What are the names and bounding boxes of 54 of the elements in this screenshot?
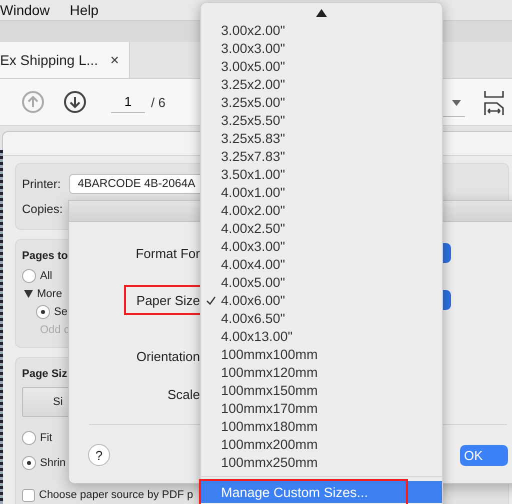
page-width-icon[interactable] (483, 89, 505, 117)
radio-button[interactable] (22, 269, 36, 283)
menu-item[interactable]: 4.00x4.00" (201, 255, 442, 273)
menu-item[interactable]: 100mmx120mm (201, 363, 442, 381)
field-label: Scale (166, 386, 200, 402)
menu-item[interactable]: 3.25x5.83" (201, 129, 442, 147)
field-label: Orientation (135, 348, 200, 364)
menu-item[interactable]: Manage Custom Sizes... (201, 481, 442, 503)
menu-item[interactable]: 100mmx180mm (201, 417, 442, 435)
page-count: / 6 (151, 94, 166, 110)
menu-item[interactable]: 100mmx170mm (201, 399, 442, 417)
menu-item[interactable]: 3.25x2.00" (201, 75, 442, 93)
option-label: Se (54, 306, 68, 318)
menu-item[interactable]: 100mmx200mm (201, 435, 442, 453)
menu-item[interactable]: 4.00x6.50" (201, 309, 442, 327)
field-label: Paper Size (135, 292, 200, 308)
field-label: Format For (134, 246, 200, 260)
checkbox-label: Choose paper source by PDF p (39, 489, 194, 501)
section-heading: Pages to (22, 250, 68, 262)
checkbox[interactable] (22, 488, 35, 502)
printer-label: Printer: (22, 177, 61, 192)
option-label: All (40, 270, 52, 282)
disclosure-label: More (37, 288, 62, 300)
option-label: Fit (40, 432, 52, 444)
menu-item[interactable]: 4.00x2.50" (201, 219, 442, 237)
caret-icon (452, 100, 461, 106)
menu-item[interactable]: 4.00x6.00" (201, 291, 442, 309)
menu-item[interactable]: 100mmx100mm (201, 345, 442, 363)
tab-title: Ex Shipping L... (0, 52, 98, 68)
ok-button[interactable]: OK (460, 444, 508, 466)
close-button[interactable]: × (110, 52, 119, 68)
radio-button[interactable] (36, 305, 50, 319)
menu-item[interactable]: 4.00x5.00" (201, 273, 442, 291)
section-heading: Page Siz (22, 368, 68, 380)
menu-item[interactable]: 100mmx250mm (201, 453, 442, 471)
radio-button[interactable] (22, 430, 36, 444)
radio-button[interactable] (22, 456, 36, 470)
menu-item[interactable]: 3.00x5.00" (201, 57, 442, 75)
menu-item[interactable]: 3.25x7.83" (201, 147, 442, 165)
menu-item[interactable]: Help (70, 2, 99, 18)
disclosure-triangle-icon[interactable] (24, 290, 33, 298)
document-tab[interactable]: Ex Shipping L... × (0, 42, 130, 78)
menu-item[interactable]: 3.25x5.00" (201, 93, 442, 111)
option-label: Shrin (40, 456, 66, 468)
menu-item[interactable]: 3.00x3.00" (201, 39, 442, 57)
menu-item[interactable]: 100mmx150mm (201, 381, 442, 399)
menu-item[interactable]: Window (0, 2, 50, 18)
menu-item[interactable]: 4.00x3.00" (201, 237, 442, 255)
copies-label: Copies: (22, 202, 63, 216)
scroll-up-icon[interactable] (316, 9, 327, 17)
menu-item[interactable]: 4.00x13.00" (201, 327, 442, 345)
help-button[interactable]: ? (88, 444, 110, 466)
page-field[interactable]: 1 (111, 91, 145, 113)
menu-item[interactable]: 3.25x5.50" (201, 111, 442, 129)
